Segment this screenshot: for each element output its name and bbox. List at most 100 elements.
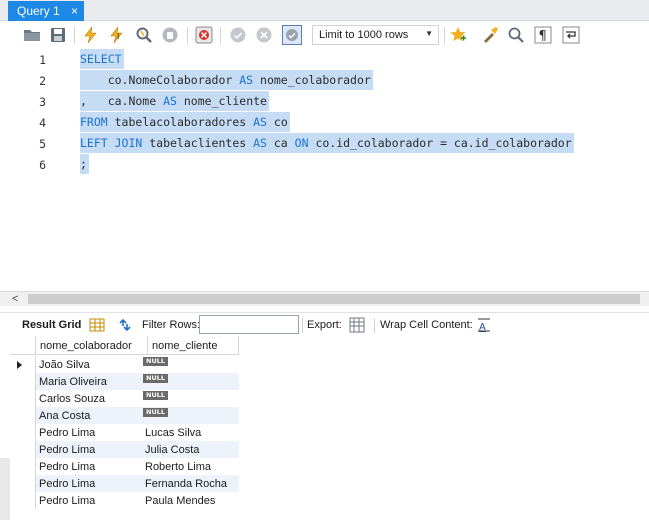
line-number: 4 xyxy=(39,116,46,130)
rollback-icon[interactable] xyxy=(254,25,274,45)
null-badge[interactable]: NULL xyxy=(143,391,169,400)
export-icon[interactable] xyxy=(349,317,365,333)
filter-rows-input[interactable] xyxy=(199,315,299,334)
limit-rows-value: Limit to 1000 rows xyxy=(319,29,409,41)
null-badge[interactable]: NULL xyxy=(143,357,169,366)
cell-nome-colaborador[interactable]: Pedro Lima xyxy=(37,475,95,492)
row-selector[interactable] xyxy=(10,390,36,407)
execute-icon[interactable] xyxy=(81,25,101,45)
row-selector[interactable] xyxy=(10,441,36,458)
code-line[interactable]: FROM tabelacolaboradores AS co xyxy=(80,112,290,132)
sql-identifier: tabelacolaboradores xyxy=(107,115,254,129)
beautify-icon[interactable] xyxy=(480,25,500,45)
cell-nome-cliente[interactable]: Paula Mendes xyxy=(143,492,215,509)
cell-nome-colaborador[interactable]: Pedro Lima xyxy=(37,492,95,509)
svg-text:¶: ¶ xyxy=(539,29,547,44)
line-number-gutter: 1 2 3 4 5 6 xyxy=(0,49,75,291)
wrap-icon[interactable] xyxy=(561,25,581,45)
column-header-nome-cliente[interactable]: nome_cliente xyxy=(148,336,239,355)
code-line[interactable]: ; xyxy=(80,154,89,174)
code-line[interactable]: , ca.Nome AS nome_cliente xyxy=(80,91,269,111)
cell-nome-colaborador[interactable]: João Silva xyxy=(37,356,90,373)
cell-nome-colaborador[interactable]: Maria Oliveira xyxy=(37,373,107,390)
line-number: 1 xyxy=(39,53,46,67)
explain-icon[interactable] xyxy=(134,25,154,45)
export-label: Export: xyxy=(307,319,342,331)
wrap-cell-icon[interactable]: A xyxy=(476,317,492,333)
null-badge[interactable]: NULL xyxy=(143,408,169,417)
row-selector[interactable] xyxy=(10,475,36,492)
cell-nome-cliente[interactable]: Julia Costa xyxy=(143,441,199,458)
result-grid-tab[interactable]: Result Grid xyxy=(22,319,81,331)
row-header-corner xyxy=(10,336,36,355)
sql-identifier: co.id_colaborador = ca.id_colaborador xyxy=(308,136,572,150)
scroll-left-icon[interactable]: < xyxy=(12,292,18,306)
null-badge[interactable]: NULL xyxy=(143,374,169,383)
cell-nome-colaborador[interactable]: Carlos Souza xyxy=(37,390,105,407)
table-row[interactable]: Carlos Souza NULL xyxy=(10,390,239,407)
table-row[interactable]: João Silva NULL xyxy=(10,356,239,373)
sql-keyword: AS xyxy=(163,94,177,108)
tab-query-1[interactable]: Query 1 × xyxy=(8,1,84,21)
limit-rows-select[interactable]: Limit to 1000 rows ▼ xyxy=(312,25,439,45)
line-number: 3 xyxy=(39,95,46,109)
row-selector[interactable] xyxy=(10,492,36,509)
wrap-cell-content-label: Wrap Cell Content: xyxy=(380,319,473,331)
editor-horizontal-scrollbar[interactable]: < xyxy=(0,291,649,306)
commit-icon[interactable] xyxy=(228,25,248,45)
execute-current-icon[interactable]: I xyxy=(107,25,127,45)
refresh-icon[interactable] xyxy=(117,317,133,333)
row-selector[interactable] xyxy=(10,373,36,390)
row-selector[interactable] xyxy=(10,407,36,424)
sql-identifier: co.NomeColaborador xyxy=(80,73,240,87)
table-row[interactable]: Pedro Lima Lucas Silva xyxy=(10,424,239,441)
cell-nome-colaborador[interactable]: Pedro Lima xyxy=(37,458,95,475)
table-row[interactable]: Pedro Lima Roberto Lima xyxy=(10,458,239,475)
code-line[interactable]: co.NomeColaborador AS nome_colaborador xyxy=(80,70,373,90)
grid-header: nome_colaborador nome_cliente xyxy=(10,336,239,355)
close-tab-icon[interactable]: × xyxy=(71,4,78,18)
cell-nome-colaborador[interactable]: Pedro Lima xyxy=(37,424,95,441)
table-row[interactable]: Pedro Lima Fernanda Rocha xyxy=(10,475,239,492)
sql-identifier: nome_cliente xyxy=(176,94,267,108)
sql-keyword: AS xyxy=(253,115,267,129)
sql-identifier: co xyxy=(266,115,288,129)
table-row[interactable]: Maria Oliveira NULL xyxy=(10,373,239,390)
code-line[interactable]: LEFT JOIN tabelaclientes AS ca ON co.id_… xyxy=(80,133,574,153)
cell-nome-colaborador[interactable]: Pedro Lima xyxy=(37,441,95,458)
bookmark-star-icon[interactable] xyxy=(448,25,468,45)
grid-layout-icon[interactable] xyxy=(89,317,105,333)
svg-text:I: I xyxy=(117,32,119,41)
open-folder-icon[interactable] xyxy=(22,25,42,45)
cell-nome-colaborador[interactable]: Ana Costa xyxy=(37,407,90,424)
row-selector[interactable] xyxy=(10,424,36,441)
sql-keyword: ON xyxy=(294,136,309,150)
save-icon[interactable] xyxy=(48,25,68,45)
code-line[interactable]: SELECT xyxy=(80,49,124,69)
sql-keyword: LEFT JOIN xyxy=(80,136,143,150)
sql-identifier: ; xyxy=(80,157,87,171)
scrollbar-thumb[interactable] xyxy=(28,294,640,304)
cell-nome-cliente[interactable]: Lucas Silva xyxy=(143,424,201,441)
column-header-nome-colaborador[interactable]: nome_colaborador xyxy=(36,336,148,355)
table-row[interactable]: Pedro Lima Paula Mendes xyxy=(10,492,239,509)
cell-nome-cliente[interactable]: Roberto Lima xyxy=(143,458,211,475)
chevron-down-icon: ▼ xyxy=(425,29,433,38)
row-selector[interactable] xyxy=(10,458,36,475)
sql-identifier: ca xyxy=(266,136,295,150)
toggle-error-icon[interactable] xyxy=(194,25,214,45)
panel-edge xyxy=(0,458,10,520)
sql-keyword: AS xyxy=(253,136,267,150)
autocommit-icon[interactable] xyxy=(282,25,302,45)
table-row[interactable]: Ana Costa NULL xyxy=(10,407,239,424)
sql-identifier: tabelaclientes xyxy=(142,136,254,150)
find-icon[interactable] xyxy=(506,25,526,45)
table-row[interactable]: Pedro Lima Julia Costa xyxy=(10,441,239,458)
result-grid-toolbar: Result Grid Filter Rows: Export: Wrap Ce… xyxy=(0,312,649,336)
filter-rows-label: Filter Rows: xyxy=(142,319,201,331)
sql-editor[interactable]: 1 2 3 4 5 6 SELECT co.NomeColaborador AS… xyxy=(0,49,649,291)
invisible-chars-icon[interactable]: ¶ xyxy=(533,25,553,45)
cell-nome-cliente[interactable]: Fernanda Rocha xyxy=(143,475,227,492)
row-selector[interactable] xyxy=(10,356,36,373)
stop-icon[interactable] xyxy=(160,25,180,45)
